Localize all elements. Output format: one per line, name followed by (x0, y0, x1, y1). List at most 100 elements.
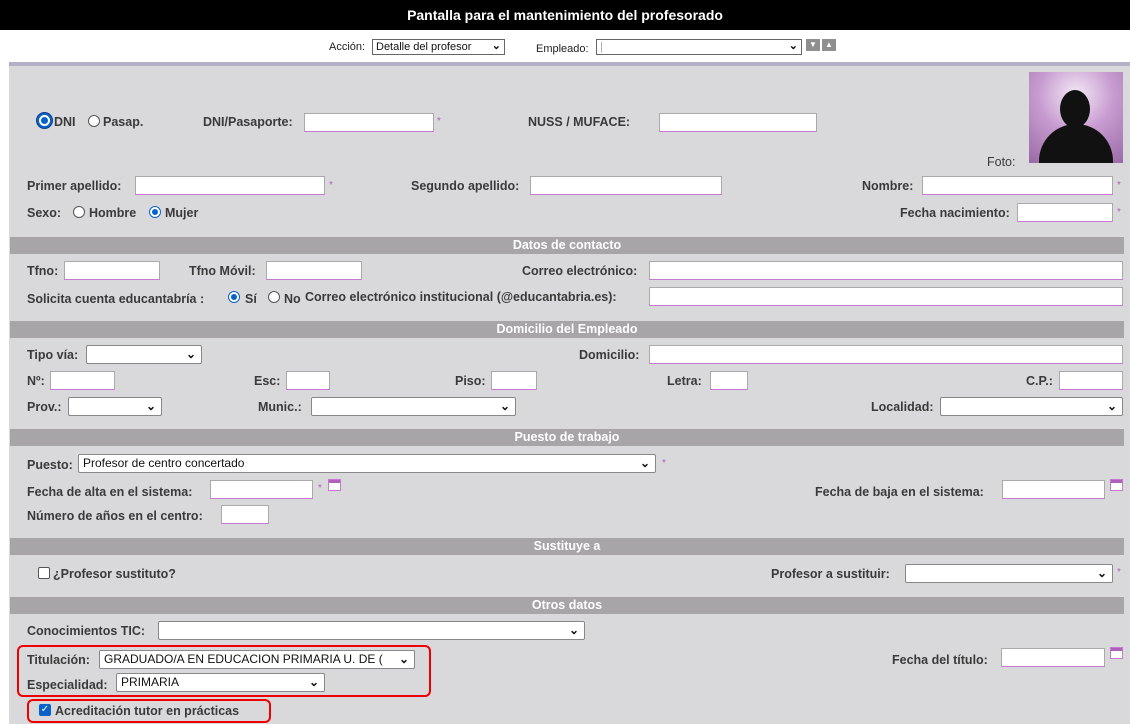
chevron-down-icon: ⌄ (568, 623, 579, 637)
pasaporte-radio[interactable] (88, 115, 100, 127)
conocimientos-tic-select[interactable]: ⌄ (158, 621, 585, 640)
chevron-down-icon: ⌄ (185, 347, 196, 361)
solicita-no-label: No (284, 292, 301, 306)
municipio-label: Munic.: (258, 400, 302, 414)
letra-input[interactable] (710, 371, 748, 390)
titulacion-label: Titulación: (27, 653, 90, 667)
accion-label: Acción: (329, 41, 366, 53)
fecha-alta-input[interactable] (210, 480, 313, 499)
solicita-si-label: Sí (245, 292, 257, 306)
domicilio-input[interactable] (649, 345, 1123, 364)
calendar-icon[interactable] (1110, 479, 1123, 491)
nombre-input[interactable] (922, 176, 1113, 195)
especialidad-value: PRIMARIA (121, 675, 180, 689)
acreditacion-tutor-checkbox[interactable]: ✓ (39, 704, 51, 716)
sexo-label: Sexo: (27, 206, 62, 220)
correo-input[interactable] (649, 261, 1123, 280)
profesor-sustituto-label: ¿Profesor sustituto? (53, 567, 176, 581)
chevron-down-icon: ⌄ (491, 40, 501, 52)
accion-select[interactable]: Detalle del profesor ⌄ (372, 39, 505, 55)
calendar-icon[interactable] (1110, 647, 1123, 659)
movil-input[interactable] (266, 261, 362, 280)
section-header-otros: Otros datos (10, 597, 1124, 614)
cp-label: C.P.: (1026, 374, 1053, 388)
correo-institucional-input[interactable] (649, 287, 1123, 306)
puesto-select[interactable]: Profesor de centro concertado ⌄ (78, 454, 656, 473)
hombre-radio[interactable] (73, 206, 85, 218)
provincia-label: Prov.: (27, 400, 62, 414)
dni-pasaporte-input[interactable] (304, 113, 434, 132)
letra-label: Letra: (667, 374, 702, 388)
required-mark: * (1117, 180, 1121, 191)
escalera-input[interactable] (286, 371, 330, 390)
empleado-label: Empleado: (536, 43, 589, 55)
chevron-down-icon: ⌄ (396, 651, 409, 668)
municipio-select[interactable]: ⌄ (311, 397, 516, 416)
fecha-alta-label: Fecha de alta en el sistema: (27, 485, 193, 499)
fecha-titulo-input[interactable] (1001, 648, 1105, 667)
primer-apellido-input[interactable] (135, 176, 325, 195)
section-header-domicilio: Domicilio del Empleado (10, 321, 1124, 338)
tfno-label: Tfno: (27, 264, 59, 278)
profesor-sustituir-label: Profesor a sustituir: (771, 567, 890, 581)
required-mark: * (437, 116, 441, 127)
piso-input[interactable] (491, 371, 537, 390)
nombre-label: Nombre: (862, 179, 914, 193)
tipo-via-select[interactable]: ⌄ (86, 345, 202, 364)
chevron-down-icon: ⌄ (639, 456, 650, 470)
chevron-down-icon: ⌄ (1106, 399, 1117, 413)
anios-centro-input[interactable] (221, 505, 269, 524)
cp-input[interactable] (1059, 371, 1123, 390)
solicita-si-radio[interactable] (228, 291, 240, 303)
triangle-down-icon[interactable]: ▼ (806, 39, 820, 51)
page-title: Pantalla para el mantenimiento del profe… (0, 0, 1130, 30)
section-header-sustituye: Sustituye a (10, 538, 1124, 555)
provincia-select[interactable]: ⌄ (68, 397, 162, 416)
especialidad-select[interactable]: PRIMARIA ⌄ (116, 673, 325, 692)
movil-label: Tfno Móvil: (189, 264, 256, 278)
segundo-apellido-label: Segundo apellido: (411, 179, 520, 193)
tipo-via-label: Tipo vía: (27, 348, 79, 362)
dni-radio-label: DNI (54, 115, 76, 129)
conocimientos-tic-label: Conocimientos TIC: (27, 624, 146, 638)
triangle-up-icon[interactable]: ▲ (822, 39, 836, 51)
puesto-label: Puesto: (27, 458, 73, 472)
fecha-titulo-label: Fecha del título: (892, 653, 988, 667)
solicita-cuenta-label: Solicita cuenta educantabría : (27, 292, 205, 306)
profesor-sustituir-select[interactable]: ⌄ (905, 564, 1113, 583)
chevron-down-icon: ⌄ (308, 675, 319, 689)
fecha-nacimiento-input[interactable] (1017, 203, 1113, 222)
titulacion-select[interactable]: GRADUADO/A EN EDUCACION PRIMARIA U. DE (… (99, 650, 415, 669)
accion-value: Detalle del profesor (376, 41, 472, 53)
tfno-input[interactable] (64, 261, 160, 280)
correo-label: Correo electrónico: (522, 264, 638, 278)
required-mark: * (318, 483, 322, 494)
chevron-down-icon: ⌄ (788, 40, 798, 52)
required-mark: * (1117, 207, 1121, 218)
numero-label: Nº: (27, 374, 45, 388)
numero-input[interactable] (50, 371, 115, 390)
section-header-contacto: Datos de contacto (10, 237, 1124, 254)
chevron-down-icon: ⌄ (145, 399, 156, 413)
required-mark: * (329, 180, 333, 191)
section-header-puesto: Puesto de trabajo (10, 429, 1124, 446)
profesor-sustituto-checkbox[interactable] (38, 567, 50, 579)
segundo-apellido-input[interactable] (530, 176, 722, 195)
solicita-no-radio[interactable] (268, 291, 280, 303)
dni-radio[interactable] (37, 113, 52, 128)
mujer-radio[interactable] (149, 206, 161, 218)
hombre-radio-label: Hombre (89, 206, 137, 220)
calendar-icon[interactable] (328, 479, 341, 491)
anios-centro-label: Número de años en el centro: (27, 509, 203, 523)
piso-label: Piso: (455, 374, 486, 388)
localidad-label: Localidad: (871, 400, 934, 414)
nuss-input[interactable] (659, 113, 817, 132)
acreditacion-tutor-label: Acreditación tutor en prácticas (55, 704, 240, 718)
titulacion-value: GRADUADO/A EN EDUCACION PRIMARIA U. DE ( (104, 652, 383, 666)
fecha-baja-input[interactable] (1002, 480, 1105, 499)
localidad-select[interactable]: ⌄ (940, 397, 1123, 416)
pasaporte-radio-label: Pasap. (103, 115, 144, 129)
empleado-select[interactable]: | ⌄ (596, 39, 802, 55)
correo-institucional-label: Correo electrónico institucional (@educa… (305, 290, 617, 304)
dni-pasaporte-label: DNI/Pasaporte: (203, 115, 293, 129)
